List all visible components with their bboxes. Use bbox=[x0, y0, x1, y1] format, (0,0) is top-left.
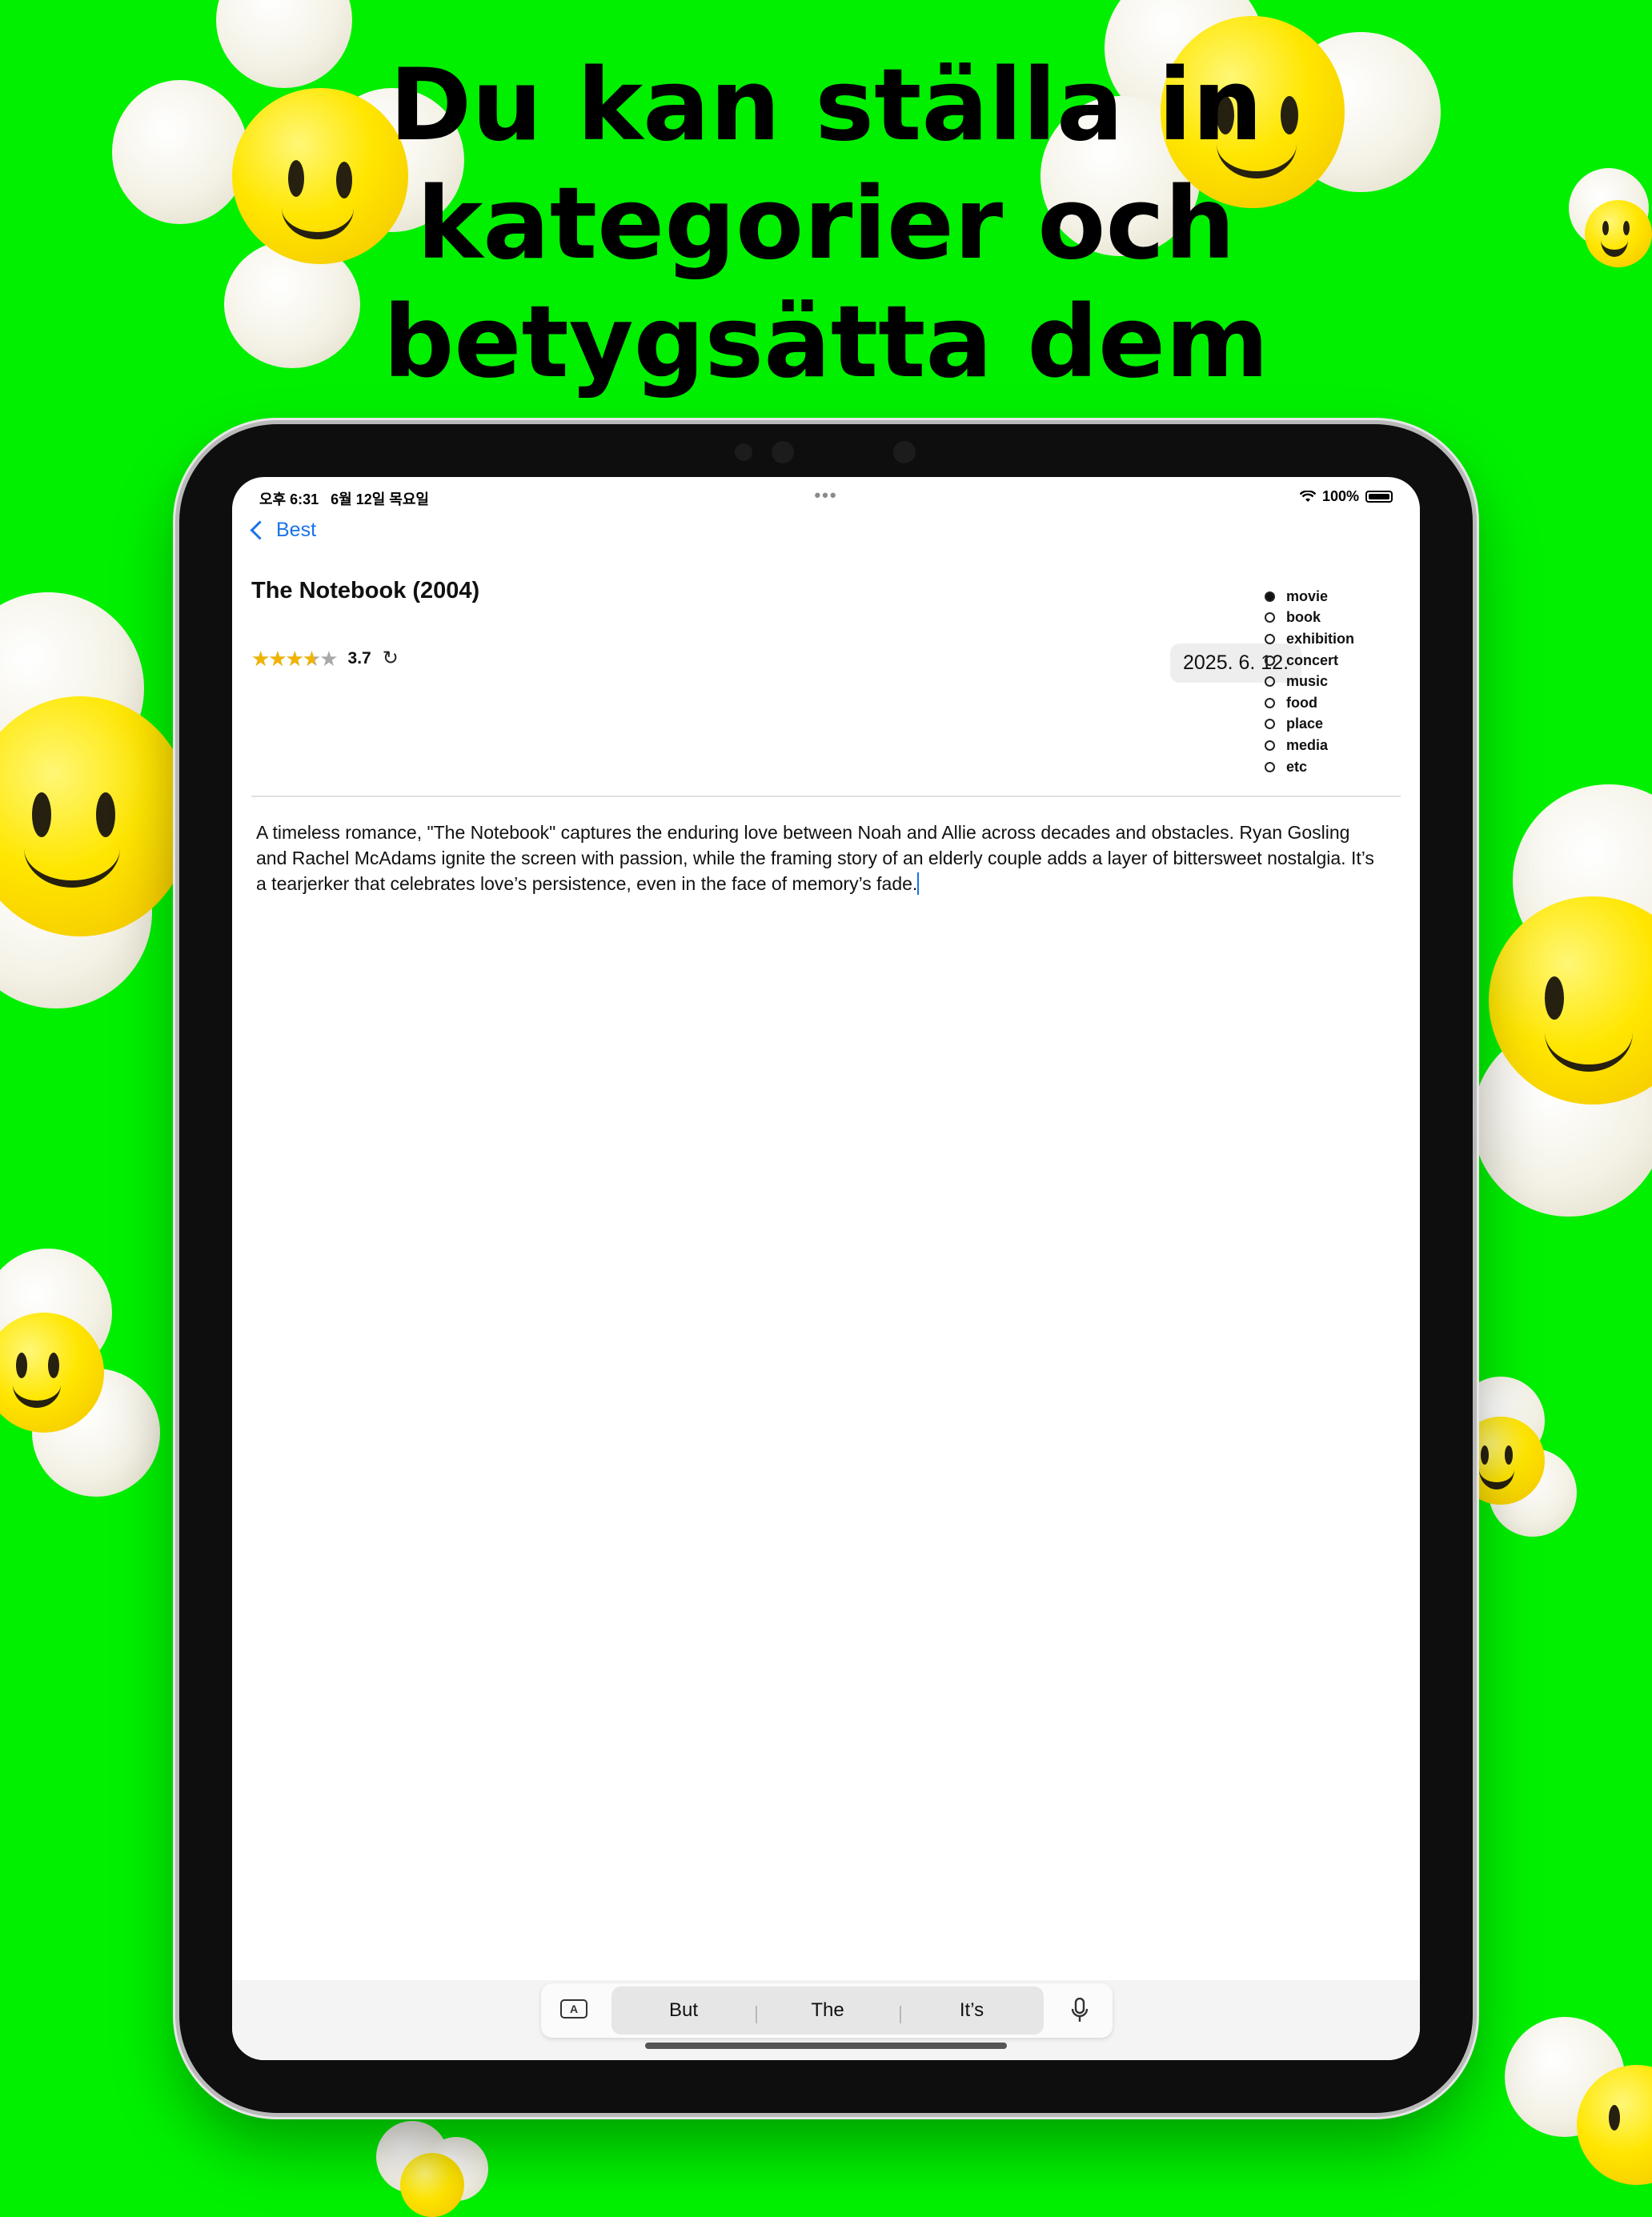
text-cursor bbox=[917, 872, 920, 895]
category-option-movie[interactable]: movie bbox=[1265, 586, 1354, 607]
suggestion-item[interactable]: The bbox=[756, 1999, 900, 2023]
category-label: book bbox=[1286, 609, 1321, 626]
camera-dot bbox=[893, 441, 916, 463]
star-rating[interactable]: ★★★★★ ★★★★★ bbox=[251, 647, 339, 669]
radio-button-icon bbox=[1265, 633, 1275, 644]
radio-button-icon bbox=[1265, 719, 1275, 730]
category-option-food[interactable]: food bbox=[1265, 692, 1354, 714]
page-headline: Du kan ställa in kategorier och betygsät… bbox=[0, 46, 1652, 402]
category-label: music bbox=[1286, 673, 1329, 690]
category-option-etc[interactable]: etc bbox=[1265, 756, 1354, 778]
radio-button-icon bbox=[1265, 697, 1275, 708]
category-option-place[interactable]: place bbox=[1265, 714, 1354, 736]
text-format-icon[interactable]: A bbox=[560, 1999, 587, 2019]
headline-line: Du kan ställa in bbox=[389, 48, 1263, 163]
category-label: food bbox=[1286, 694, 1317, 711]
radio-button-icon bbox=[1265, 761, 1275, 772]
status-right: 100% bbox=[1299, 488, 1393, 505]
radio-button-icon bbox=[1265, 655, 1275, 666]
battery-icon bbox=[1365, 491, 1393, 503]
rating-value: 3.7 bbox=[347, 648, 371, 668]
divider bbox=[251, 796, 1401, 797]
category-label: media bbox=[1286, 736, 1329, 753]
category-label: etc bbox=[1286, 758, 1308, 775]
status-bar: 오후 6:31 6월 12일 목요일 ••• 100% bbox=[259, 485, 1393, 507]
camera-dot bbox=[772, 441, 794, 463]
star-rating-filled: ★★★★★ bbox=[251, 647, 315, 669]
daisy-decoration bbox=[0, 1249, 160, 1505]
radio-button-icon bbox=[1265, 740, 1275, 751]
status-time: 오후 6:31 6월 12일 목요일 bbox=[259, 491, 429, 507]
review-text: A timeless romance, "The Notebook" captu… bbox=[256, 822, 1374, 894]
ipad-frame: 오후 6:31 6월 12일 목요일 ••• 100% Best The Not… bbox=[179, 424, 1473, 2113]
reset-rating-icon[interactable]: ↻ bbox=[383, 647, 399, 670]
category-option-book[interactable]: book bbox=[1265, 607, 1354, 629]
review-text-editor[interactable]: A timeless romance, "The Notebook" captu… bbox=[256, 820, 1377, 896]
radio-button-icon bbox=[1265, 612, 1275, 623]
daisy-decoration bbox=[376, 2121, 488, 2217]
suggestion-pills: But The It’s bbox=[611, 1986, 1044, 2035]
category-option-music[interactable]: music bbox=[1265, 671, 1354, 692]
camera-dot bbox=[735, 443, 752, 461]
rating-row: ★★★★★ ★★★★★ 3.7 ↻ bbox=[251, 647, 399, 670]
battery-percent: 100% bbox=[1321, 488, 1359, 504]
chevron-left-icon bbox=[250, 520, 270, 540]
suggestion-item[interactable]: But bbox=[611, 1999, 756, 2022]
predictive-bar: A But The It’s bbox=[541, 1983, 1113, 2038]
back-button[interactable]: Best bbox=[248, 519, 316, 542]
category-option-concert[interactable]: concert bbox=[1265, 650, 1354, 672]
keyboard-shortcut-bar: A But The It’s bbox=[232, 1980, 1420, 2060]
category-option-exhibition[interactable]: exhibition bbox=[1265, 628, 1354, 650]
daisy-decoration bbox=[1505, 1985, 1652, 2203]
microphone-icon[interactable] bbox=[1071, 1998, 1089, 2023]
category-label: movie bbox=[1286, 587, 1329, 604]
category-label: place bbox=[1286, 716, 1324, 732]
radio-button-icon bbox=[1265, 676, 1275, 688]
daisy-decoration bbox=[1473, 784, 1652, 1265]
category-label: concert bbox=[1286, 651, 1339, 668]
headline-line: kategorier och bbox=[416, 166, 1236, 282]
wifi-icon bbox=[1299, 490, 1316, 502]
home-indicator[interactable] bbox=[645, 2043, 1007, 2049]
back-label: Best bbox=[276, 519, 317, 541]
app-screen: 오후 6:31 6월 12일 목요일 ••• 100% Best The Not… bbox=[232, 477, 1420, 2060]
entry-title[interactable]: The Notebook (2004) bbox=[251, 578, 479, 604]
suggestion-item[interactable]: It’s bbox=[900, 1999, 1044, 2023]
category-label: exhibition bbox=[1286, 630, 1354, 647]
multitasking-dots[interactable]: ••• bbox=[814, 485, 837, 506]
category-radio-group: movie book exhibition concert music food place… bbox=[1265, 586, 1354, 777]
radio-button-icon bbox=[1265, 591, 1275, 602]
category-option-media[interactable]: media bbox=[1265, 735, 1354, 756]
headline-line: betygsätta dem bbox=[383, 285, 1269, 400]
